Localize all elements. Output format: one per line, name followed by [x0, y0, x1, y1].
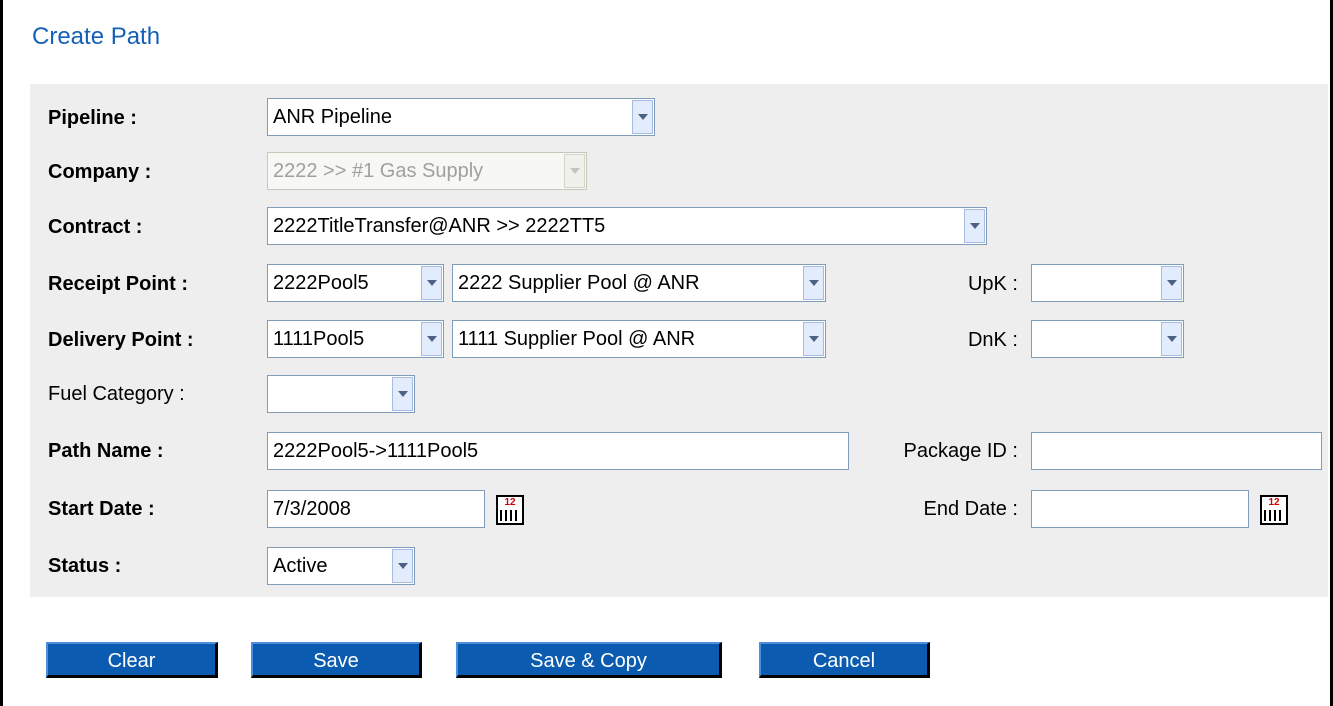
calendar-icon-grid [1264, 510, 1284, 521]
save-copy-button[interactable]: Save & Copy [456, 642, 722, 678]
chevron-down-icon[interactable] [392, 377, 413, 411]
save-button[interactable]: Save [251, 642, 422, 678]
upk-select[interactable] [1031, 264, 1184, 302]
delivery-point-name-value: 1111 Supplier Pool @ ANR [458, 328, 696, 350]
fuel-category-label: Fuel Category : [48, 383, 185, 405]
pipeline-label: Pipeline : [48, 107, 137, 129]
pipeline-select[interactable]: ANR Pipeline [267, 98, 655, 136]
receipt-point-code-select[interactable]: 2222Pool5 [267, 264, 444, 302]
delivery-point-name-select[interactable]: 1111 Supplier Pool @ ANR [452, 320, 826, 358]
clear-button[interactable]: Clear [46, 642, 218, 678]
contract-select[interactable]: 2222TitleTransfer@ANR >> 2222TT5 [267, 207, 987, 245]
receipt-point-name-select[interactable]: 2222 Supplier Pool @ ANR [452, 264, 826, 302]
chevron-down-icon [564, 154, 585, 188]
dnk-label: DnK : [967, 329, 1018, 351]
company-select-value: 2222 >> #1 Gas Supply [273, 160, 484, 182]
status-label: Status : [48, 555, 122, 577]
upk-label: UpK : [967, 273, 1018, 295]
calendar-icon-number: 12 [498, 497, 522, 509]
package-id-input[interactable] [1031, 432, 1322, 470]
dnk-select[interactable] [1031, 320, 1184, 358]
delivery-point-code-select[interactable]: 1111Pool5 [267, 320, 444, 358]
receipt-point-code-value: 2222Pool5 [273, 272, 369, 294]
delivery-point-code-value: 1111Pool5 [273, 328, 365, 350]
window-left-border [0, 0, 3, 706]
receipt-point-name-value: 2222 Supplier Pool @ ANR [458, 272, 700, 294]
cancel-button[interactable]: Cancel [759, 642, 930, 678]
chevron-down-icon[interactable] [1161, 266, 1182, 300]
status-select[interactable]: Active [267, 547, 415, 585]
fuel-category-select[interactable] [267, 375, 415, 413]
receipt-point-label: Receipt Point : [48, 273, 189, 295]
end-date-input[interactable] [1031, 490, 1249, 528]
chevron-down-icon[interactable] [803, 266, 824, 300]
contract-select-value: 2222TitleTransfer@ANR >> 2222TT5 [273, 215, 606, 237]
contract-label: Contract : [48, 216, 143, 238]
start-date-input[interactable]: 7/3/2008 [267, 490, 485, 528]
company-select: 2222 >> #1 Gas Supply [267, 152, 587, 190]
delivery-point-label: Delivery Point : [48, 329, 194, 351]
chevron-down-icon[interactable] [421, 322, 442, 356]
package-id-label: Package ID : [903, 440, 1018, 462]
path-name-input[interactable]: 2222Pool5->1111Pool5 [267, 432, 849, 470]
chevron-down-icon[interactable] [964, 209, 985, 243]
calendar-icon[interactable]: 12 [496, 495, 524, 525]
page-title: Create Path [32, 23, 161, 50]
calendar-icon[interactable]: 12 [1260, 495, 1288, 525]
end-date-label: End Date : [923, 498, 1018, 520]
chevron-down-icon[interactable] [421, 266, 442, 300]
chevron-down-icon[interactable] [803, 322, 824, 356]
chevron-down-icon[interactable] [392, 549, 413, 583]
status-select-value: Active [273, 555, 328, 577]
start-date-label: Start Date : [48, 498, 155, 520]
pipeline-select-value: ANR Pipeline [273, 106, 392, 128]
chevron-down-icon[interactable] [1161, 322, 1182, 356]
calendar-icon-number: 12 [1262, 497, 1286, 509]
calendar-icon-grid [500, 510, 520, 521]
path-name-label: Path Name : [48, 440, 164, 462]
company-label: Company : [48, 161, 152, 183]
chevron-down-icon[interactable] [632, 100, 653, 134]
